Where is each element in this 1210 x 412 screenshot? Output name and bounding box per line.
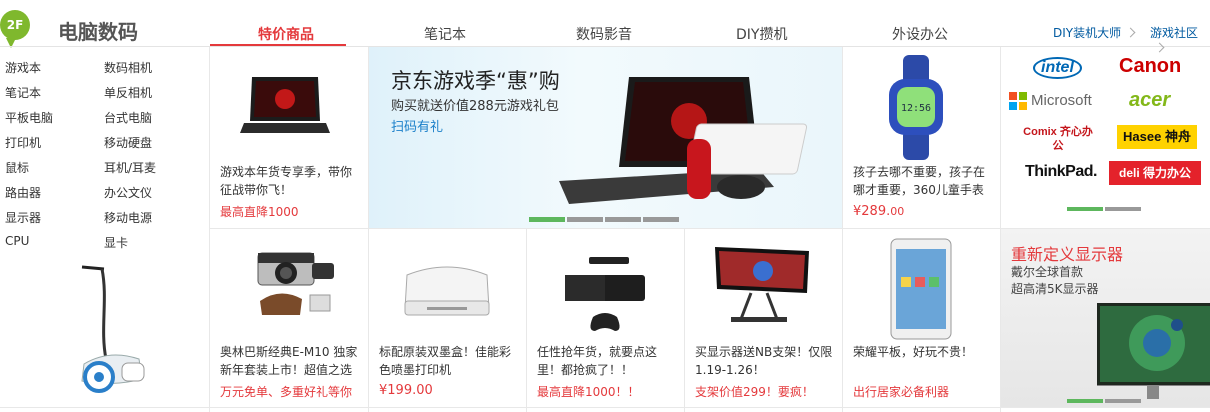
monitor-ad-line2: 超高清5K显示器 (1011, 282, 1099, 296)
product-desc: 标配原装双墨盒！佳能彩色喷墨打印机 (379, 345, 512, 377)
diy-master-link[interactable]: DIY装机大师 (1053, 24, 1136, 41)
product-card-printer[interactable]: 标配原装双墨盒！佳能彩色喷墨打印机 ¥199.00 (369, 229, 526, 407)
laptop-promo-card[interactable]: 游戏本年货专享季，带你征战带你飞！ 最高直降1000 (210, 47, 368, 228)
category-link[interactable]: CPU (5, 234, 29, 248)
category-link[interactable]: 单反相机 (104, 84, 152, 101)
banner-slide-dot[interactable] (643, 217, 679, 222)
brand-logo-panel: intel Canon Microsoft acer Comix 齐心办公 Ha… (1001, 47, 1210, 228)
banner-slide-dot[interactable] (567, 217, 603, 222)
product-desc: 奥林巴斯经典E-M10 独家新年套装上市！超值之选 (220, 345, 358, 377)
peacock-monitor-image (1097, 303, 1210, 399)
chevron-right-icon (1125, 27, 1136, 38)
game-console-image (565, 257, 645, 331)
category-link[interactable]: 移动硬盘 (104, 134, 152, 151)
product-promo: 万元免单、多重好礼等你 (220, 385, 353, 399)
brand-slide-dot[interactable] (1067, 207, 1103, 211)
monitor-ad-title: 重新定义显示器 (1011, 245, 1124, 264)
category-link[interactable]: 路由器 (5, 184, 41, 201)
product-desc: 荣耀平板，好玩不贵！ (853, 345, 974, 359)
monitor-ad-slide-dot[interactable] (1105, 399, 1141, 403)
laptop-promo-price: 最高直降1000 (220, 205, 299, 219)
banner-subtitle: 购买就送价值288元游戏礼包 (391, 99, 559, 114)
kids-watch-card[interactable]: 12:56 孩子去哪不重要，孩子在哪才重要，360儿童手表 ¥289.00 (843, 47, 1000, 228)
banner-slide-dot[interactable] (605, 217, 641, 222)
product-card-monitor-stand[interactable]: 买显示器送NB支架！仅限1.19-1.26！ 支架价值299！要疯！ (685, 229, 842, 407)
banner-slide-dot[interactable] (529, 217, 565, 222)
category-link[interactable]: 鼠标 (5, 159, 29, 176)
category-link[interactable]: 办公文仪 (104, 184, 152, 201)
monitor-ad-banner[interactable]: 重新定义显示器 戴尔全球首款 超高清5K显示器 (1001, 229, 1210, 407)
laptop-promo-desc: 游戏本年货专享季，带你征战带你飞！ (220, 165, 353, 197)
monitor-ad-slide-dot[interactable] (1067, 399, 1103, 403)
hasee-logo[interactable]: Hasee 神舟 (1117, 125, 1197, 149)
thinkpad-logo[interactable]: ThinkPad. (1025, 163, 1097, 181)
product-promo: 最高直降1000！！ (537, 385, 640, 399)
kids-watch-price: ¥289.00 (853, 204, 904, 219)
category-link[interactable]: 游戏本 (5, 59, 41, 76)
product-desc: 任性抢年货，就要点这里！都抢疯了！！ (537, 345, 658, 377)
kids-watch-desc: 孩子去哪不重要，孩子在哪才重要，360儿童手表 (853, 165, 986, 197)
deli-logo[interactable]: deli 得力办公 (1109, 161, 1201, 185)
tab-diy[interactable]: DIY攒机 (736, 24, 787, 44)
floor-title: 电脑数码 (58, 20, 138, 44)
category-link[interactable]: 数码相机 (104, 59, 152, 76)
product-card-tablet[interactable]: 荣耀平板，好玩不贵！ 出行居家必备利器 (843, 229, 1000, 407)
svg-text:12:56: 12:56 (901, 103, 931, 114)
category-sidebar: 游戏本 数码相机 笔记本 单反相机 平板电脑 台式电脑 打印机 移动硬盘 鼠标 … (0, 47, 209, 412)
intel-logo[interactable]: intel (1033, 57, 1082, 79)
tab-special-offers[interactable]: 特价商品 (258, 24, 314, 44)
tab-office-peripherals[interactable]: 外设办公 (892, 24, 948, 44)
product-card-camera[interactable]: 奥林巴斯经典E-M10 独家新年套装上市！超值之选 万元免单、多重好礼等你 (210, 229, 368, 407)
comix-logo[interactable]: Comix 齐心办公 (1023, 125, 1093, 153)
game-community-link-label: 游戏社区 (1150, 26, 1199, 40)
tab-laptops[interactable]: 笔记本 (424, 24, 466, 44)
divider (0, 407, 1210, 408)
category-link[interactable]: 平板电脑 (5, 109, 53, 126)
product-desc: 买显示器送NB支架！仅限1.19-1.26！ (695, 345, 833, 377)
balance-scooter-image[interactable] (64, 259, 154, 399)
game-season-banner[interactable]: 京东游戏季“惠”购 购买就送价值288元游戏礼包 扫码有礼 (369, 47, 842, 228)
product-price: ¥199.00 (379, 383, 433, 398)
kids-watch-image: 12:56 (889, 55, 943, 160)
category-link[interactable]: 显卡 (104, 234, 128, 251)
canon-logo[interactable]: Canon (1119, 55, 1181, 78)
monitor-ad-line1: 戴尔全球首款 (1011, 265, 1084, 279)
gaming-laptop-image (240, 77, 330, 133)
printer-image (404, 266, 490, 316)
brand-slide-dot[interactable] (1105, 207, 1141, 211)
category-link[interactable]: 打印机 (5, 134, 41, 151)
monitor-stand-image (715, 247, 809, 322)
gaming-laptop-keyboard-image (559, 77, 808, 204)
floor-badge: 2F (0, 10, 30, 48)
product-promo: 支架价值299！要疯！ (695, 385, 814, 399)
kids-watch-price-cents: 00 (890, 205, 905, 218)
tablet-image (890, 238, 952, 340)
category-link[interactable]: 显示器 (5, 209, 41, 226)
banner-title: 京东游戏季“惠”购 (391, 69, 560, 93)
tab-digital-av[interactable]: 数码影音 (576, 24, 632, 44)
product-promo: 出行居家必备利器 (853, 385, 950, 399)
microsoft-logo-icon (1009, 92, 1027, 110)
banner-scan-link[interactable]: 扫码有礼 (391, 116, 443, 135)
camera-image (257, 252, 334, 315)
microsoft-logo[interactable]: Microsoft (1031, 92, 1092, 109)
category-link[interactable]: 耳机/耳麦 (104, 159, 156, 176)
category-link[interactable]: 笔记本 (5, 84, 41, 101)
diy-master-link-label: DIY装机大师 (1053, 26, 1122, 40)
product-card-console[interactable]: 任性抢年货，就要点这里！都抢疯了！！ 最高直降1000！！ (527, 229, 684, 407)
category-link[interactable]: 台式电脑 (104, 109, 152, 126)
category-link[interactable]: 移动电源 (104, 209, 152, 226)
kids-watch-price-main: ¥289. (853, 204, 891, 219)
acer-logo[interactable]: acer (1129, 89, 1170, 112)
